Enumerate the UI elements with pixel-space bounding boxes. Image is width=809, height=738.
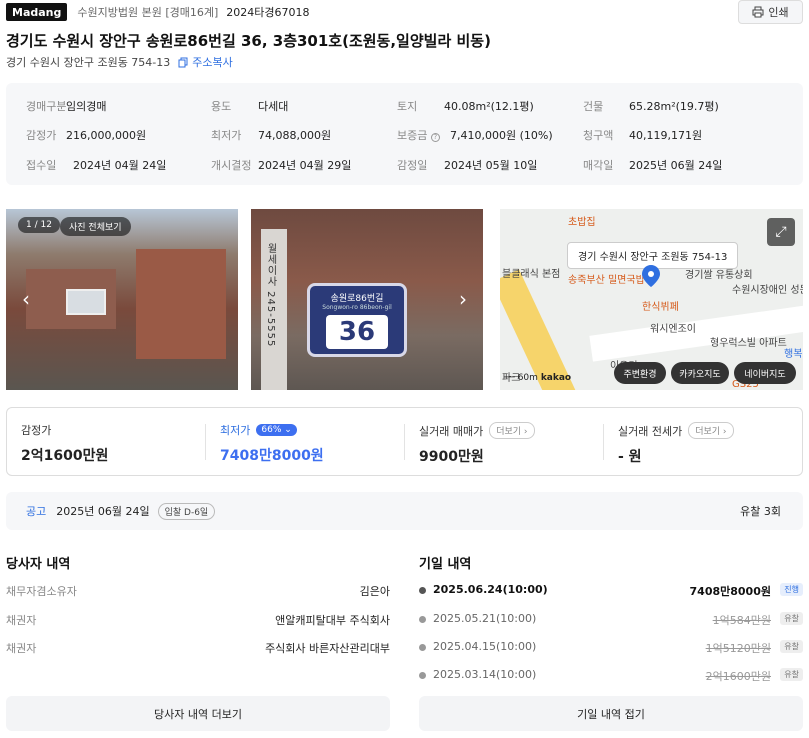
schedule-collapse-button[interactable]: 기일 내역 접기 bbox=[419, 696, 803, 731]
dday-badge: 입찰 D-6일 bbox=[157, 502, 216, 520]
price-appraisal: 감정가 2억1600만원 bbox=[21, 422, 108, 465]
min-pct-badge: 66% ⌄ bbox=[256, 424, 297, 436]
pole-sign-text: 월세이사 245-5555 bbox=[265, 243, 276, 348]
map-poi: 송죽부산 밀면국밥 bbox=[568, 275, 645, 286]
property-title: 경기도 수원시 장안구 송원로86번길 36, 3층301호(조원동,일양빌라 … bbox=[6, 32, 491, 50]
kakao-map-button[interactable]: 카카오지도 bbox=[671, 362, 729, 384]
copy-icon bbox=[178, 57, 188, 67]
case-number: 2024타경67018 bbox=[226, 6, 310, 19]
help-icon[interactable]: ? bbox=[430, 133, 440, 142]
real-sale-label: 실거래 매매가 bbox=[419, 424, 484, 438]
map-poi: 초밥집 bbox=[568, 217, 596, 228]
price-real-jeonse: 실거래 전세가 더보기 › - 원 bbox=[618, 422, 734, 466]
map-poi: 블클래식 본점 bbox=[502, 269, 561, 280]
schedule-row: 2025.03.14(10:00) 2억1600만원 유찰 bbox=[419, 667, 803, 683]
real-jeonse-more-button[interactable]: 더보기 › bbox=[688, 422, 734, 439]
lot-address: 경기 수원시 장안구 조원동 754-13 bbox=[6, 56, 171, 69]
map-poi: 행복 bbox=[784, 349, 803, 360]
notice-date: 2025년 06월 24일 bbox=[56, 505, 150, 518]
court-name: 수원지방법원 본원 [경매16계] bbox=[77, 6, 219, 19]
status-dot bbox=[419, 616, 426, 623]
real-sale-amount: 9900만원 bbox=[419, 449, 484, 465]
naver-map-button[interactable]: 네이버지도 bbox=[734, 362, 796, 384]
appraisal-amount: 2억1600만원 bbox=[21, 448, 109, 464]
price-real-sale: 실거래 매매가 더보기 › 9900만원 bbox=[419, 422, 535, 466]
divider bbox=[404, 424, 405, 460]
location-map[interactable]: 초밥집 블클래식 본점 송죽부산 밀면국밥 경기쌀 유통상회 수원시장애인 성문… bbox=[500, 209, 803, 390]
status-badge: 유찰 bbox=[780, 612, 803, 625]
copy-address-button[interactable]: 주소복사 bbox=[178, 54, 233, 70]
building-side bbox=[136, 249, 226, 359]
notice-bar: 공고 2025년 06월 24일 입찰 D-6일 유찰 3회 bbox=[6, 492, 803, 530]
divider bbox=[205, 424, 206, 460]
status-badge: 유찰 bbox=[780, 640, 803, 653]
parties-title: 당사자 내역 bbox=[6, 557, 71, 572]
map-poi: 워시엔조이 bbox=[650, 324, 696, 335]
brand-logo: Madang bbox=[6, 3, 68, 21]
view-all-photos-button[interactable]: 사진 전체보기 bbox=[60, 217, 131, 236]
schedule-row: 2025.04.15(10:00) 1억5120만원 유찰 bbox=[419, 639, 803, 655]
appraisal-label: 감정가 bbox=[21, 424, 52, 437]
real-sale-more-button[interactable]: 더보기 › bbox=[489, 422, 535, 439]
schedule-title: 기일 내역 bbox=[419, 557, 472, 572]
property-photo-plate[interactable]: 월세이사 245-5555 송원로86번길 Songwon-ro 86beon-… bbox=[251, 209, 483, 390]
map-road bbox=[589, 302, 803, 362]
min-price-amount: 7408만8000원 bbox=[220, 448, 324, 464]
location-pin-icon bbox=[642, 265, 660, 287]
divider bbox=[603, 424, 604, 460]
expand-map-icon[interactable]: ⤢ bbox=[767, 218, 795, 246]
schedule-row: 2025.06.24(10:00) 7408만8000원 진행 bbox=[419, 582, 803, 598]
status-badge: 유찰 bbox=[780, 668, 803, 681]
property-photo-building[interactable]: 1 / 12 사진 전체보기 ‹ bbox=[6, 209, 238, 390]
next-photo-icon[interactable]: › bbox=[459, 287, 467, 311]
copy-address-label: 주소복사 bbox=[192, 56, 233, 69]
price-summary: 감정가 2억1600만원 최저가 66% ⌄ 7408만8000원 실거래 매매가… bbox=[6, 407, 803, 476]
schedule-row: 2025.05.21(10:00) 1억584만원 유찰 bbox=[419, 611, 803, 627]
notice-label: 공고 bbox=[26, 505, 47, 518]
top-bar: Madang 수원지방법원 본원 [경매16계] 2024타경67018 인쇄 bbox=[6, 0, 803, 24]
printer-icon bbox=[752, 6, 764, 18]
surroundings-button[interactable]: 주변환경 bbox=[614, 362, 666, 384]
fail-count: 유찰 3회 bbox=[740, 505, 781, 518]
auction-info-panel: 경매구분 임의경매 용도 다세대 토지 40.08m²(12.1평) 건물 65.28m… bbox=[6, 83, 803, 185]
status-dot bbox=[419, 672, 426, 679]
map-poi: 형우럭스빌 아파트 bbox=[710, 338, 787, 349]
print-button[interactable]: 인쇄 bbox=[738, 0, 803, 24]
photo-counter: 1 / 12 bbox=[18, 217, 60, 233]
status-badge: 진행 bbox=[780, 583, 803, 596]
map-poi: 한식뷔페 bbox=[642, 302, 679, 313]
price-minimum: 최저가 66% ⌄ 7408만8000원 bbox=[220, 422, 324, 465]
status-dot bbox=[419, 644, 426, 651]
plate-street: 송원로86번길 bbox=[330, 294, 384, 304]
print-label: 인쇄 bbox=[768, 6, 789, 19]
min-price-label: 최저가 bbox=[220, 424, 251, 437]
real-jeonse-label: 실거래 전세가 bbox=[618, 424, 683, 438]
status-dot bbox=[419, 587, 426, 594]
window bbox=[66, 289, 106, 315]
real-jeonse-amount: - 원 bbox=[618, 449, 642, 465]
parties-more-button[interactable]: 당사자 내역 더보기 bbox=[6, 696, 390, 731]
prev-photo-icon[interactable]: ‹ bbox=[22, 287, 30, 311]
map-scale: ── 60m kakao bbox=[504, 373, 572, 383]
plate-number: 36 bbox=[326, 315, 388, 349]
lot-address-row: 경기 수원시 장안구 조원동 754-13 주소복사 bbox=[6, 54, 233, 70]
plate-roman: Songwon-ro 86beon-gil bbox=[322, 304, 392, 311]
map-poi: 수원시장애인 성문화센터 bbox=[732, 285, 803, 296]
address-plate: 송원로86번길 Songwon-ro 86beon-gil 36 bbox=[307, 283, 407, 357]
